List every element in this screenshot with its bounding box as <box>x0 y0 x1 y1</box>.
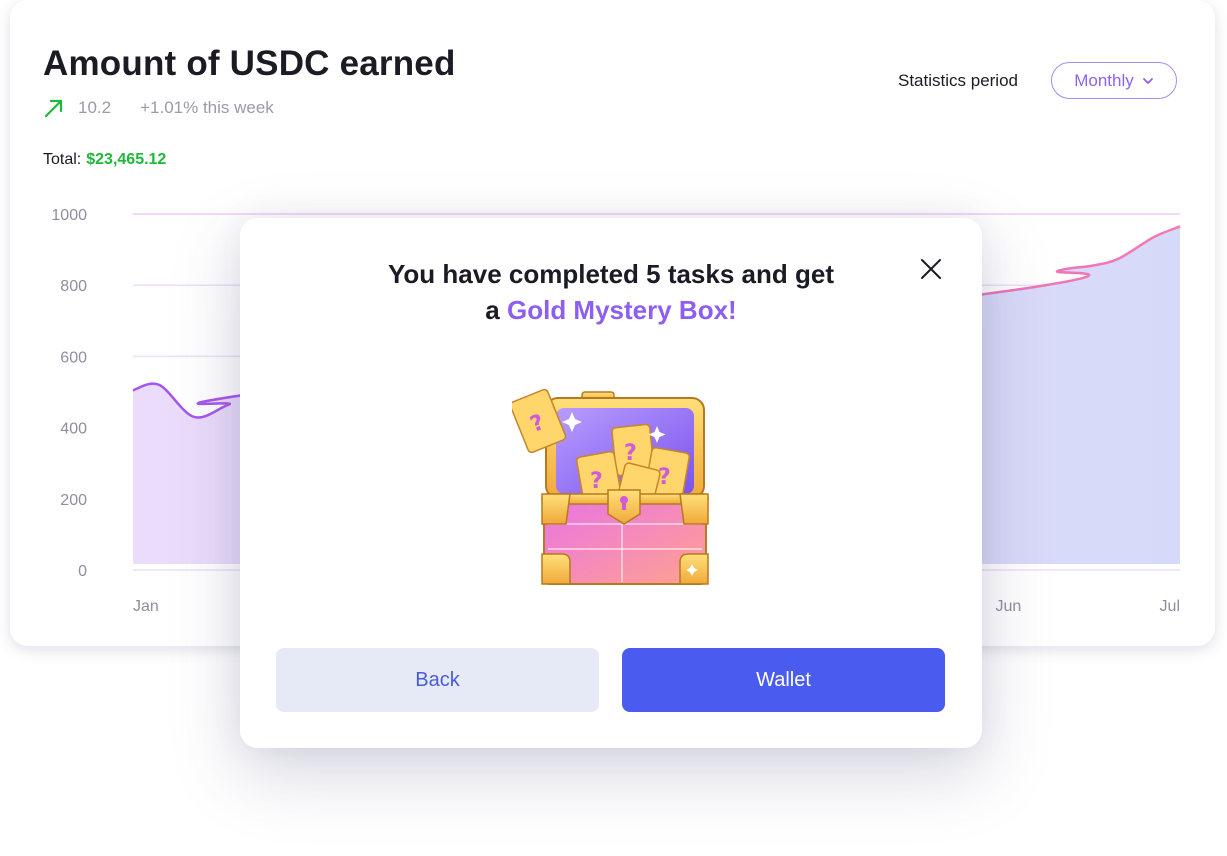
y-tick-label: 200 <box>60 492 87 509</box>
modal-title: You have completed 5 tasks and get a Gol… <box>330 256 892 328</box>
reward-modal: You have completed 5 tasks and get a Gol… <box>240 218 982 748</box>
x-tick-label: Jun <box>996 598 1022 615</box>
x-tick-label: Jul <box>1160 598 1180 615</box>
mystery-box-chest-icon: ? ? ? ? <box>512 388 709 585</box>
y-tick-label: 400 <box>60 421 87 438</box>
y-tick-label: 800 <box>60 278 87 295</box>
modal-title-highlight: Gold Mystery Box! <box>506 295 737 325</box>
modal-title-prefix: a <box>485 295 500 325</box>
x-tick-label: Jan <box>133 598 159 615</box>
svg-text:?: ? <box>590 469 603 494</box>
svg-text:?: ? <box>658 465 671 490</box>
wallet-button[interactable]: Wallet <box>622 648 945 712</box>
y-tick-label: 600 <box>60 349 87 366</box>
y-tick-label: 0 <box>78 563 87 580</box>
y-tick-label: 1000 <box>51 207 87 224</box>
modal-title-line1: You have completed 5 tasks and get <box>388 259 834 289</box>
back-button[interactable]: Back <box>276 648 599 712</box>
svg-text:?: ? <box>624 441 637 466</box>
close-icon[interactable] <box>916 254 946 284</box>
